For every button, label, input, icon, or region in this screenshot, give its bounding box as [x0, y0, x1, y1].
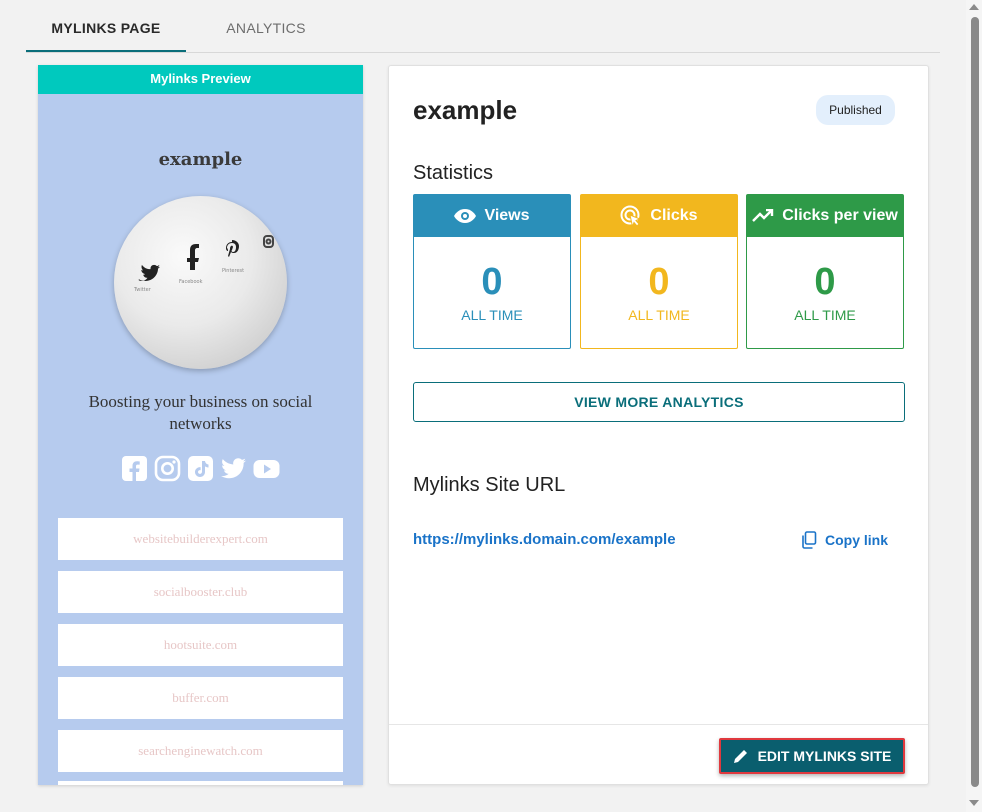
site-url-link[interactable]: https://mylinks.domain.com/example [413, 531, 676, 548]
scroll-down-arrow-icon[interactable] [969, 800, 979, 806]
clicks-per-view-stat-period: ALL TIME [794, 307, 856, 323]
copy-link-button[interactable]: Copy link [801, 531, 888, 549]
social-icons-row [38, 455, 363, 483]
edit-mylinks-site-label: EDIT MYLINKS SITE [757, 748, 892, 764]
svg-text:Pinterest: Pinterest [222, 268, 244, 274]
status-badge: Published [816, 95, 895, 125]
site-title: example [413, 95, 518, 125]
mylinks-preview-panel: Mylinks Preview example Twitter Facebook… [38, 65, 363, 785]
pinterest-icon [226, 240, 239, 257]
preview-link-button[interactable] [58, 781, 343, 785]
preview-link-button[interactable]: hootsuite.com [58, 624, 343, 666]
edit-mylinks-site-button[interactable]: EDIT MYLINKS SITE [719, 738, 905, 774]
preview-profile-image: Twitter Facebook Pinterest [114, 196, 287, 369]
youtube-icon[interactable] [253, 455, 280, 482]
copy-link-label: Copy link [825, 532, 889, 548]
site-url-heading: Mylinks Site URL [413, 474, 566, 496]
view-more-analytics-button[interactable]: VIEW MORE ANALYTICS [413, 382, 905, 422]
clicks-per-view-stat-card: Clicks per view 0 ALL TIME [746, 194, 904, 349]
clicks-stat-header: Clicks [581, 195, 737, 237]
tiktok-icon[interactable] [187, 455, 214, 482]
pencil-icon [733, 748, 748, 763]
preview-header: Mylinks Preview [38, 65, 363, 94]
twitter-icon [138, 264, 160, 281]
facebook-icon[interactable] [121, 455, 148, 482]
clicks-stat-card: Clicks 0 ALL TIME [580, 194, 738, 349]
preview-link-button[interactable]: socialbooster.club [58, 571, 343, 613]
clicks-stat-period: ALL TIME [628, 307, 690, 323]
clicks-stat-value: 0 [648, 261, 670, 303]
clicks-per-view-stat-label: Clicks per view [782, 207, 898, 224]
views-stat-label: Views [484, 207, 530, 224]
site-details-card: example Published Statistics Views 0 ALL… [388, 65, 929, 785]
trending-up-icon [752, 209, 774, 222]
scroll-up-arrow-icon[interactable] [969, 4, 979, 10]
clicks-per-view-stat-header: Clicks per view [747, 195, 903, 237]
preview-link-button[interactable]: searchenginewatch.com [58, 730, 343, 772]
tab-mylinks-page[interactable]: MYLINKS PAGE [26, 0, 186, 52]
facebook-icon [187, 244, 199, 270]
eye-icon [454, 209, 477, 223]
click-icon [620, 205, 642, 227]
views-stat-value: 0 [481, 261, 503, 303]
clicks-per-view-stat-value: 0 [814, 261, 836, 303]
preview-link-button[interactable]: websitebuilderexpert.com [58, 518, 343, 560]
instagram-icon [263, 235, 274, 248]
page-scrollbar[interactable] [966, 0, 982, 812]
svg-text:Twitter: Twitter [133, 287, 152, 293]
copy-icon [802, 531, 817, 549]
instagram-icon[interactable] [154, 455, 181, 482]
tab-analytics[interactable]: ANALYTICS [198, 0, 334, 52]
preview-description: Boosting your business on social network… [88, 392, 313, 433]
clicks-stat-label: Clicks [650, 207, 698, 224]
views-stat-period: ALL TIME [461, 307, 523, 323]
preview-link-button[interactable]: buffer.com [58, 677, 343, 719]
scrollbar-thumb[interactable] [971, 17, 979, 787]
twitter-icon[interactable] [220, 455, 247, 482]
tab-bar: MYLINKS PAGE ANALYTICS [26, 0, 940, 53]
views-stat-header: Views [414, 195, 570, 237]
card-footer-divider [389, 724, 928, 725]
svg-text:Facebook: Facebook [179, 279, 203, 285]
preview-title: example [158, 149, 243, 170]
statistics-heading: Statistics [413, 162, 494, 184]
views-stat-card: Views 0 ALL TIME [413, 194, 571, 349]
